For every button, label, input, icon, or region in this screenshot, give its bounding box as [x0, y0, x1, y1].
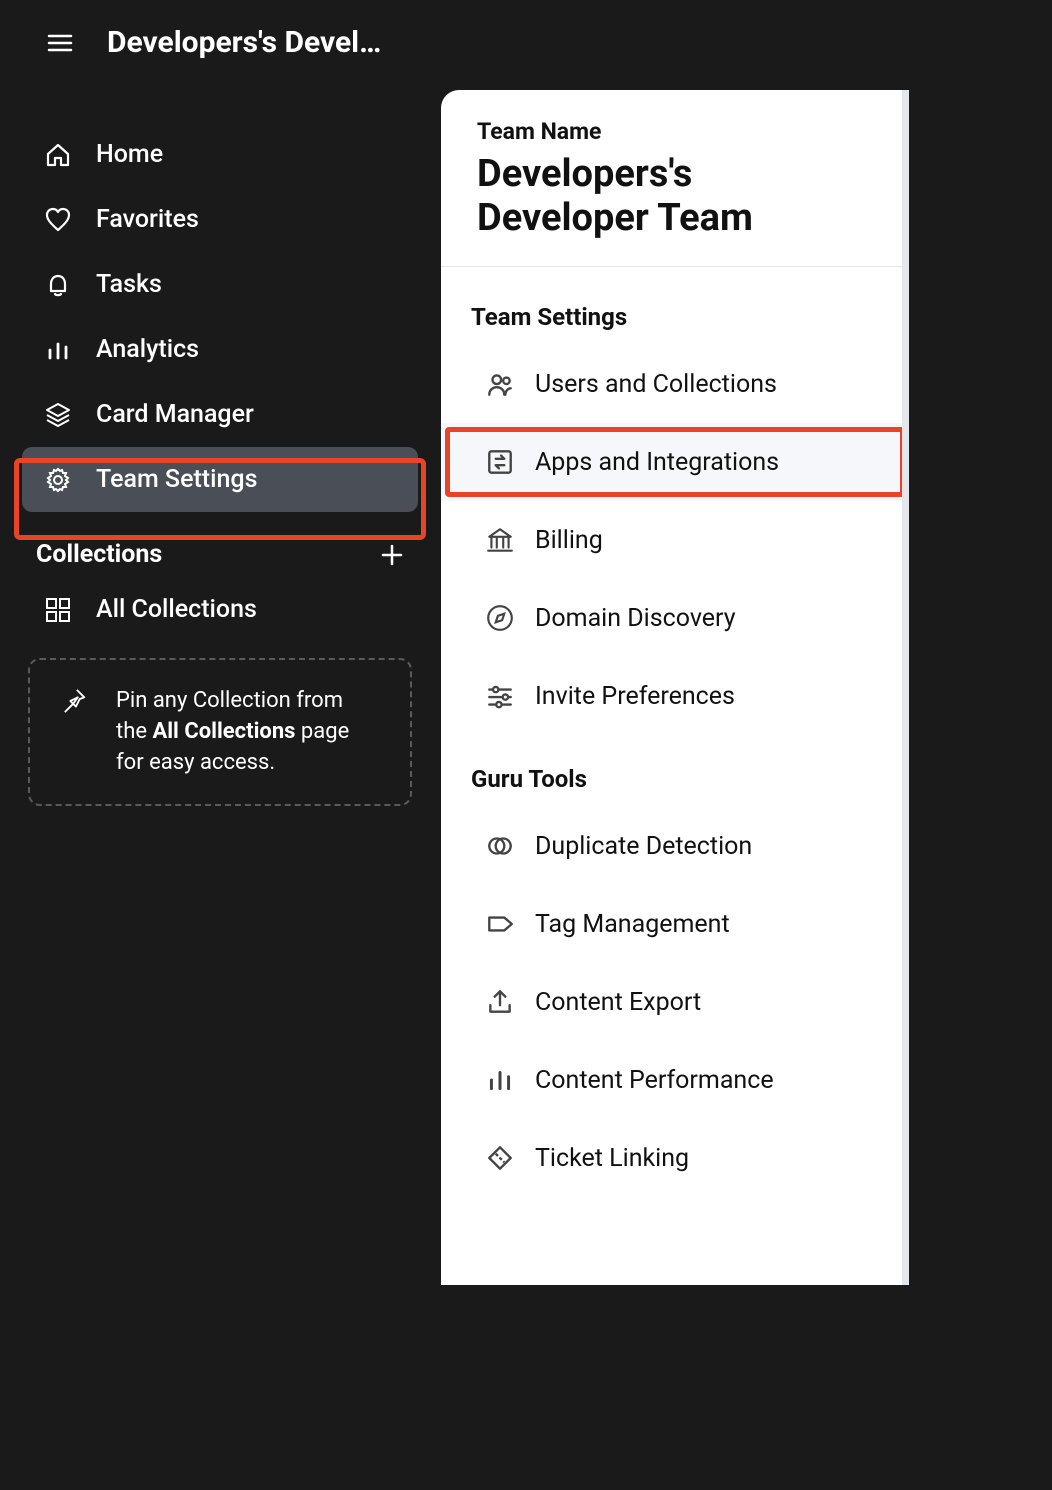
top-header: Developers's Devel… — [0, 0, 1052, 85]
menu-item-label: Invite Preferences — [535, 682, 735, 711]
hamburger-icon — [46, 31, 74, 55]
compass-icon — [485, 603, 515, 633]
collections-section-header: Collections — [0, 512, 440, 577]
sidebar: Home Favorites Tasks Analytics Card Mana… — [0, 100, 440, 806]
menu-item-tag-management[interactable]: Tag Management — [441, 885, 909, 963]
menu-item-label: Tag Management — [535, 910, 730, 939]
team-name: Developers's Developer Team — [477, 153, 873, 240]
menu-item-users-collections[interactable]: Users and Collections — [441, 345, 909, 423]
sidebar-item-analytics[interactable]: Analytics — [22, 317, 418, 382]
gear-icon — [44, 466, 72, 494]
main-panel: Team Name Developers's Developer Team Te… — [441, 90, 909, 1285]
overlap-icon — [485, 831, 515, 861]
menu-item-domain-discovery[interactable]: Domain Discovery — [441, 579, 909, 657]
sidebar-item-label: Team Settings — [96, 465, 257, 494]
sidebar-item-label: Home — [96, 140, 163, 169]
team-name-label: Team Name — [477, 118, 873, 145]
collections-list: All Collections — [0, 577, 440, 642]
menu-item-label: Duplicate Detection — [535, 832, 752, 861]
sidebar-item-label: Card Manager — [96, 400, 254, 429]
pin-collection-hint: Pin any Collection from the All Collecti… — [28, 658, 412, 806]
menu-item-label: Domain Discovery — [535, 604, 736, 633]
bar-chart-icon — [485, 1065, 515, 1095]
tag-icon — [485, 909, 515, 939]
menu-item-content-export[interactable]: Content Export — [441, 963, 909, 1041]
sidebar-item-home[interactable]: Home — [22, 122, 418, 187]
sidebar-item-label: Analytics — [96, 335, 199, 364]
bell-icon — [44, 271, 72, 299]
heart-icon — [44, 206, 72, 234]
team-settings-list: Users and Collections Apps and Integrati… — [441, 345, 909, 735]
pin-icon — [62, 688, 88, 714]
sidebar-item-team-settings[interactable]: Team Settings — [22, 447, 418, 512]
users-icon — [485, 369, 515, 399]
chart-icon — [44, 336, 72, 364]
menu-item-content-performance[interactable]: Content Performance — [441, 1041, 909, 1119]
menu-item-label: Content Export — [535, 988, 701, 1017]
menu-item-label: Billing — [535, 526, 603, 555]
guru-tools-section: Guru Tools Duplicate Detection Tag Manag… — [441, 747, 909, 1209]
add-collection-button[interactable] — [380, 543, 404, 567]
menu-item-ticket-linking[interactable]: Ticket Linking — [441, 1119, 909, 1197]
resize-handle[interactable] — [902, 90, 909, 1285]
menu-item-label: Apps and Integrations — [535, 448, 779, 477]
main-header: Team Name Developers's Developer Team — [441, 90, 909, 267]
menu-item-duplicate-detection[interactable]: Duplicate Detection — [441, 807, 909, 885]
sidebar-nav-list: Home Favorites Tasks Analytics Card Mana… — [0, 122, 440, 512]
sidebar-item-card-manager[interactable]: Card Manager — [22, 382, 418, 447]
export-icon — [485, 987, 515, 1017]
home-icon — [44, 141, 72, 169]
sliders-icon — [485, 681, 515, 711]
ticket-icon — [485, 1143, 515, 1173]
sidebar-item-favorites[interactable]: Favorites — [22, 187, 418, 252]
pin-hint-text: Pin any Collection from the All Collecti… — [116, 686, 378, 778]
grid-icon — [44, 596, 72, 624]
sidebar-item-label: Tasks — [96, 270, 162, 299]
menu-item-apps-integrations[interactable]: Apps and Integrations — [441, 423, 909, 501]
section-heading-team-settings: Team Settings — [441, 303, 909, 345]
sidebar-item-label: All Collections — [96, 595, 257, 624]
hamburger-menu-button[interactable] — [45, 28, 75, 58]
menu-item-billing[interactable]: Billing — [441, 501, 909, 579]
team-settings-section: Team Settings Users and Collections Apps… — [441, 267, 909, 747]
menu-item-label: Content Performance — [535, 1066, 774, 1095]
section-heading-guru-tools: Guru Tools — [441, 765, 909, 807]
menu-item-label: Users and Collections — [535, 370, 777, 399]
sidebar-item-tasks[interactable]: Tasks — [22, 252, 418, 317]
menu-item-invite-preferences[interactable]: Invite Preferences — [441, 657, 909, 735]
plus-icon — [380, 543, 404, 567]
menu-item-label: Ticket Linking — [535, 1144, 689, 1173]
pin-hint-bold: All Collections — [152, 719, 295, 744]
layers-icon — [44, 401, 72, 429]
sidebar-item-label: Favorites — [96, 205, 199, 234]
sidebar-item-all-collections[interactable]: All Collections — [22, 577, 418, 642]
guru-tools-list: Duplicate Detection Tag Management Conte… — [441, 807, 909, 1197]
bank-icon — [485, 525, 515, 555]
swap-icon — [485, 447, 515, 477]
collections-heading: Collections — [36, 540, 162, 569]
app-title: Developers's Devel… — [107, 25, 381, 60]
